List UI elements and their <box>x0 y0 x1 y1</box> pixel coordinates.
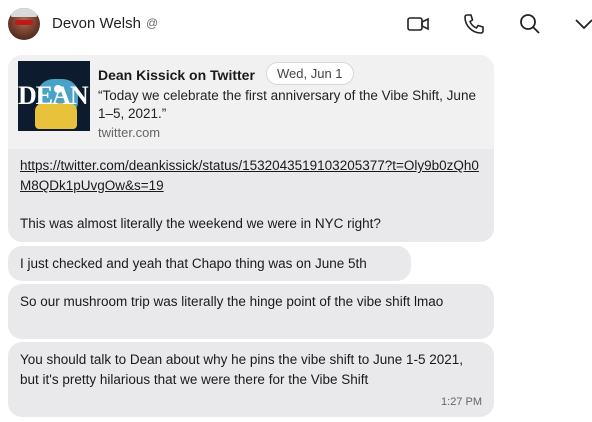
link-preview-domain: twitter.com <box>98 125 161 140</box>
contact-badge: @ <box>146 16 159 30</box>
chat-header: Devon Welsh @ <box>0 0 592 48</box>
contact-name[interactable]: Devon Welsh <box>52 15 141 32</box>
message-text: I just checked and yeah that Chapo thing… <box>20 256 367 271</box>
message-bubble[interactable]: So our mushroom trip was literally the h… <box>8 284 494 339</box>
avatar[interactable] <box>8 8 40 40</box>
avatar-hat <box>11 8 37 17</box>
message-bubble-tweet[interactable]: DEAN Dean Kissick on Twitter Wed, Jun 1 … <box>8 55 494 242</box>
link-preview-card[interactable]: DEAN Dean Kissick on Twitter Wed, Jun 1 … <box>8 55 494 149</box>
message-timestamp: 1:27 PM <box>441 396 482 408</box>
image-letters: DEAN <box>18 81 89 110</box>
link-preview-image: DEAN <box>18 61 90 131</box>
video-icon[interactable] <box>406 12 430 36</box>
chevron-down-icon[interactable] <box>572 12 592 36</box>
link-preview-title: Dean Kissick on Twitter <box>98 67 255 83</box>
message-bubble[interactable]: You should talk to Dean about why he pin… <box>8 342 494 417</box>
tweet-url-link[interactable]: https://twitter.com/deankissick/status/1… <box>20 156 480 196</box>
phone-icon[interactable] <box>462 12 486 36</box>
date-pill: Wed, Jun 1 <box>266 62 354 85</box>
message-text: This was almost literally the weekend we… <box>20 216 381 231</box>
message-text: You should talk to Dean about why he pin… <box>20 352 464 387</box>
message-bubble[interactable]: I just checked and yeah that Chapo thing… <box>8 246 411 281</box>
search-icon[interactable] <box>518 12 542 36</box>
link-preview-text: “Today we celebrate the first anniversar… <box>98 88 476 121</box>
avatar-glasses <box>15 20 33 25</box>
message-text: So our mushroom trip was literally the h… <box>20 294 444 309</box>
